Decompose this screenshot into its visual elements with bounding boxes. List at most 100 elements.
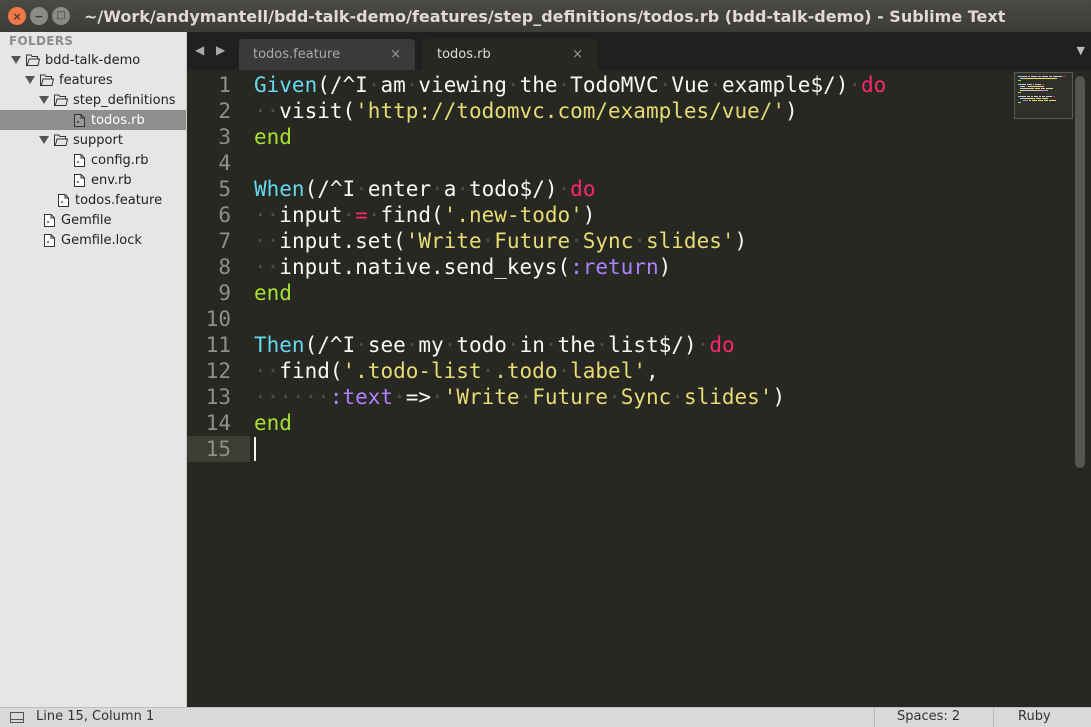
code-token: do [709,333,735,357]
code-token: ) [785,99,798,123]
minimize-window-button[interactable]: − [30,7,48,25]
status-bar: Line 15, Column 1 Spaces: 2 Ruby [0,707,1091,727]
tab-close-icon[interactable]: × [390,47,401,62]
minimap-line [1047,90,1048,91]
minimap-line [1031,96,1033,97]
file-item-gemfile[interactable]: Gemfile [0,210,186,230]
line-number: 6 [218,203,231,227]
code-token: Vue [671,73,710,97]
code-token: · [848,73,862,97]
code-token: · [608,385,621,409]
line-number: 7 [218,229,231,253]
code-token: · [595,333,609,357]
indentation-setting[interactable]: Spaces: 2 [897,709,960,724]
tab-nav-arrows[interactable]: ◀ ▶ [195,43,229,57]
code-token: todo [456,333,507,357]
code-token: · [431,177,444,201]
tree-item-label: Gemfile.lock [61,232,142,248]
code-token: the [519,73,558,97]
code-token: :return [570,255,659,279]
sidebar-header: FOLDERS [9,34,74,48]
minimap-line [1042,96,1045,97]
minimap-line [1029,88,1034,89]
code-token: Future [532,385,609,409]
line-number: 14 [205,411,231,435]
minimize-icon: − [34,9,44,23]
tab-todos-feature[interactable]: todos.feature × [239,39,415,70]
file-item-todos-feature[interactable]: todos.feature [0,190,186,210]
code-line: ··input.set('Write·Future·Sync·slides') [254,228,747,254]
tab-todos-rb[interactable]: todos.rb × [423,39,597,70]
panel-toggle-icon[interactable] [10,712,24,727]
minimap-line [1034,96,1038,97]
minimap-line [1049,76,1052,77]
folder-item-features[interactable]: features [0,70,186,90]
file-icon [72,113,86,127]
close-icon: × [12,9,22,23]
code-token: · [557,177,571,201]
file-item-env-rb[interactable]: env.rb [0,170,186,190]
chevron-down-icon[interactable] [24,74,36,86]
code-token: · [544,333,558,357]
minimap-line [1053,96,1055,97]
close-window-button[interactable]: × [8,7,26,25]
minimap-line [1042,76,1048,77]
minimap-line [1044,100,1048,101]
code-token: .todo [494,359,558,383]
minimap-line [1052,88,1053,89]
file-icon [42,233,56,247]
code-token: Then [254,333,305,357]
file-item-todos-rb[interactable]: todos.rb [0,110,186,130]
file-item-gemfile-lock[interactable]: Gemfile.lock [0,230,186,250]
code-token: todo$/) [469,177,558,201]
status-divider [874,708,875,727]
code-token: find( [380,203,444,227]
maximize-icon: □ [56,10,66,21]
line-number: 13 [205,385,231,409]
code-token: ·· [254,255,280,279]
code-token: viewing [418,73,507,97]
tab-menu-chevron-down-icon[interactable]: ▼ [1077,44,1085,57]
vertical-scrollbar[interactable] [1075,76,1085,468]
code-token: 'Write [443,385,520,409]
code-token: ) [734,229,748,253]
code-token: (/^I [304,333,356,357]
minimap-line [1027,96,1030,97]
code-token: enter [367,177,432,201]
minimap-line [1031,76,1037,77]
code-token: visit( [279,99,356,123]
code-token: a [443,177,457,201]
chevron-down-icon[interactable] [38,94,50,106]
minimap-line [1038,76,1041,77]
file-item-config-rb[interactable]: config.rb [0,150,186,170]
code-token: · [709,73,722,97]
code-editor[interactable]: 1 2 3 4 5 6 7 8 9 10 11 12 13 14 15 Given(/^I·am·viewi… [187,70,1091,707]
folder-item-step-definitions[interactable]: step_definitions [0,90,186,110]
folder-item-bdd-talk-demo[interactable]: bdd-talk-demo [0,50,186,70]
code-token: Sync [620,385,672,409]
code-token: · [633,229,646,253]
minimap-line [1028,76,1030,77]
folder-item-support[interactable]: support [0,130,186,150]
minimap-line [1025,98,1035,99]
line-number: 8 [218,255,231,279]
line-number: 10 [205,307,231,331]
maximize-window-button[interactable]: □ [52,7,70,25]
title-bar: × − □ ~/Work/andymantell/bdd-talk-demo/f… [0,0,1091,32]
code-token: :text [329,385,394,409]
chevron-down-icon[interactable] [10,54,22,66]
minimap[interactable] [1014,72,1073,119]
code-token: end [254,411,292,435]
tab-close-icon[interactable]: × [572,47,583,62]
chevron-down-icon[interactable] [38,134,50,146]
code-token: see [367,333,406,357]
code-token: (/^I [317,73,368,97]
syntax-setting[interactable]: Ruby [1018,709,1051,724]
code-token: ·· [254,203,280,227]
file-icon [56,193,70,207]
minimap-line [1056,78,1057,79]
minimap-line [1035,84,1041,85]
code-line: end [254,124,292,150]
code-token: Future [494,229,571,253]
code-token: my [418,333,444,357]
